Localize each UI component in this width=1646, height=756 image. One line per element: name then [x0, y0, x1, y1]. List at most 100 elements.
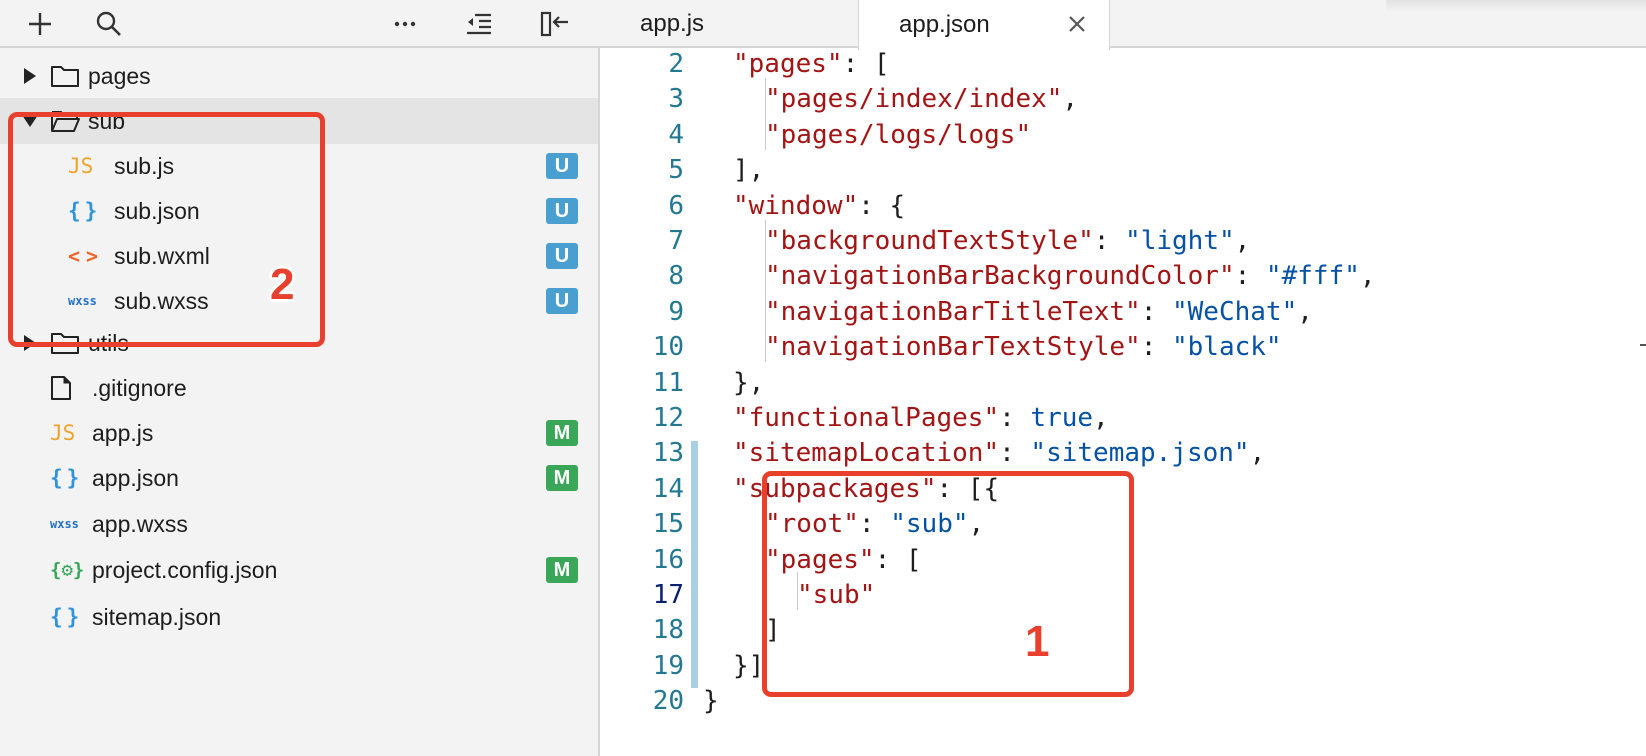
annotation-label-2: 2 [270, 260, 295, 309]
code-text: "navigationBarBackgroundColor": "#fff", [765, 258, 1376, 294]
code-line: 9 "navigationBarTitleText": "WeChat", [600, 294, 1646, 330]
code-text: } [703, 683, 719, 719]
tree-item-label: app.json [92, 464, 179, 491]
tree-item[interactable]: wxss app.wxss [0, 501, 598, 547]
json-key: "functionalPages" [733, 403, 1000, 433]
code-line: 2 "pages": [ [600, 50, 1646, 82]
untracked-badge: U [546, 198, 578, 224]
folder-icon [50, 64, 80, 88]
indent-guide [765, 78, 766, 150]
js-file-icon: JS [50, 421, 76, 445]
line-number: 9 [668, 296, 684, 327]
line-number: 13 [652, 438, 684, 469]
wxss-file-icon: wxss [50, 517, 79, 531]
line-number: 8 [668, 261, 684, 292]
json-key: "pages" [733, 50, 843, 79]
modified-badge: M [546, 557, 578, 583]
punctuation: ], [733, 155, 765, 186]
line-number: 4 [668, 119, 684, 150]
punctuation: , [1249, 438, 1266, 469]
line-number: 20 [652, 686, 684, 717]
tree-item[interactable]: {} sitemap.json [0, 594, 598, 640]
indent-guide [765, 220, 766, 362]
json-key: "window" [733, 190, 859, 221]
plus-icon[interactable] [22, 6, 58, 42]
tree-item-label: .gitignore [92, 374, 187, 401]
code-line: 11}, [600, 365, 1646, 401]
punctuation: , [1093, 403, 1109, 433]
tree-item-label: app.js [92, 419, 154, 446]
ellipsis-icon[interactable] [387, 6, 423, 42]
code-text: "navigationBarTextStyle": "black" [765, 329, 1282, 365]
config-file-icon: {⚙} [50, 559, 85, 581]
punctuation: : [1093, 226, 1126, 256]
highlight-box-1 [762, 471, 1134, 697]
close-icon[interactable] [1065, 12, 1089, 36]
code-text: "pages/index/index", [765, 81, 1078, 117]
modified-badge: M [546, 465, 578, 491]
punctuation: , [1234, 226, 1251, 256]
punctuation: } [703, 686, 719, 717]
line-number: 18 [652, 615, 684, 646]
line-number: 7 [668, 226, 684, 256]
code-text: }] [733, 648, 764, 684]
line-number: 12 [652, 403, 684, 433]
json-value: "light" [1125, 226, 1235, 256]
punctuation: , [1062, 84, 1079, 115]
json-key: "pages/logs/logs" [765, 119, 1032, 150]
collapse-panel-icon[interactable] [537, 6, 573, 42]
json-key: "navigationBarTextStyle" [765, 332, 1141, 363]
modified-badge: M [546, 420, 578, 446]
code-text: "functionalPages": true, [733, 400, 1109, 436]
tree-item[interactable]: pages [0, 53, 598, 99]
json-value: "black" [1172, 332, 1282, 363]
json-value: "WeChat" [1172, 296, 1298, 327]
punctuation: : [1140, 296, 1172, 327]
line-number: 10 [652, 332, 684, 363]
tree-item[interactable]: {⚙} project.config.json M [0, 547, 598, 593]
line-number: 2 [668, 50, 684, 79]
line-number: 14 [652, 473, 684, 504]
highlight-box-2 [8, 112, 325, 347]
code-line: 3 "pages/index/index", [600, 81, 1646, 117]
search-icon[interactable] [91, 6, 127, 42]
punctuation: }, [733, 367, 765, 398]
code-text: "pages/logs/logs" [765, 117, 1031, 153]
editor-tab-bar: app.js app.json [600, 0, 1646, 50]
annotation-label-1: 1 [1025, 617, 1050, 666]
punctuation: : [999, 438, 1031, 469]
code-line: 12 "functionalPages": true, [600, 400, 1646, 436]
untracked-badge: U [546, 243, 578, 269]
tree-item[interactable]: JS app.js M [0, 410, 598, 456]
tree-item[interactable]: {} app.json M [0, 455, 598, 501]
json-key: "backgroundTextStyle" [765, 226, 1094, 256]
chevron-right-icon[interactable] [20, 66, 40, 86]
tab-app-json[interactable]: app.json [858, 0, 1110, 50]
explorer-toolbar [0, 0, 600, 48]
punctuation: , [1359, 261, 1376, 292]
code-line: 13 "sitemapLocation": "sitemap.json", [600, 435, 1646, 471]
punctuation: : [1140, 332, 1172, 363]
tree-item[interactable]: .gitignore [0, 365, 598, 411]
line-number: 11 [652, 367, 684, 398]
punctuation: : [ [842, 50, 890, 79]
json-key: "pages/index/index" [765, 84, 1063, 115]
outdent-icon[interactable] [461, 6, 497, 42]
tree-item-label: app.wxss [92, 510, 188, 537]
code-line: 5], [600, 152, 1646, 188]
tree-item-label: sitemap.json [92, 603, 222, 630]
tab-label: app.js [640, 10, 705, 37]
tabbar-shadow [1386, 0, 1646, 12]
json-key: "navigationBarTitleText" [765, 296, 1141, 327]
line-number: 19 [652, 650, 684, 681]
punctuation: : [1234, 261, 1266, 292]
line-number: 17 [652, 580, 684, 610]
json-file-icon: {} [50, 605, 84, 629]
tab-app-js[interactable]: app.js [600, 0, 858, 48]
code-line: 4 "pages/logs/logs" [600, 117, 1646, 153]
code-line: 7 "backgroundTextStyle": "light", [600, 223, 1646, 259]
code-text: "sitemapLocation": "sitemap.json", [733, 435, 1265, 471]
line-number: 16 [652, 544, 684, 575]
code-text: "backgroundTextStyle": "light", [765, 223, 1250, 259]
tree-item-label: project.config.json [92, 556, 278, 583]
